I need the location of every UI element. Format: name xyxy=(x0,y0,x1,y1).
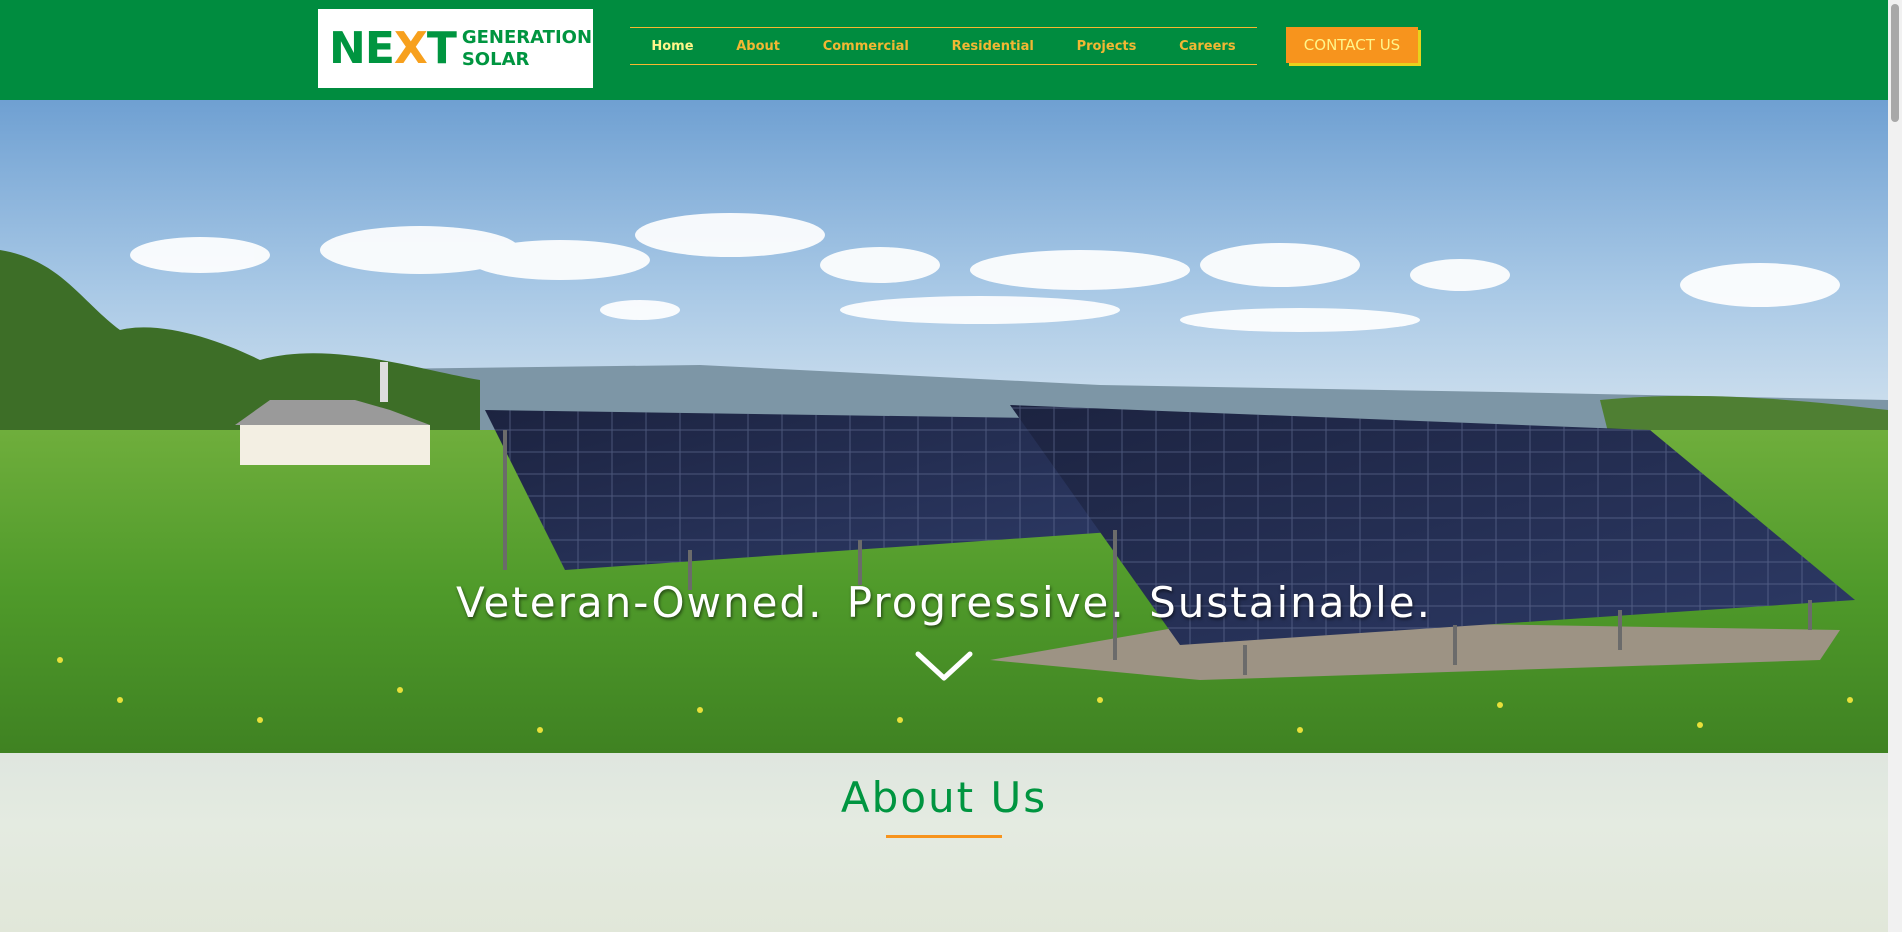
hero-tagline: Veteran-Owned. Progressive. Sustainable. xyxy=(455,578,1432,627)
page-scrollbar[interactable] xyxy=(1888,0,1902,932)
scrollbar-thumb[interactable] xyxy=(1891,4,1899,122)
nav-commercial[interactable]: Commercial xyxy=(823,39,909,54)
chevron-down-icon[interactable] xyxy=(914,648,974,684)
nav-careers[interactable]: Careers xyxy=(1179,39,1236,54)
logo-line-generation: GENERATION xyxy=(461,26,593,48)
nav-projects[interactable]: Projects xyxy=(1077,39,1137,54)
logo-line-solar: SOLAR xyxy=(461,48,530,70)
site-logo[interactable]: NEXT GENERATION SOLAR xyxy=(318,9,593,88)
logo-tagline: GENERATION SOLAR xyxy=(462,27,592,71)
main-nav: Home About Commercial Residential Projec… xyxy=(630,27,1257,65)
logo-word: NEXT xyxy=(329,22,457,74)
about-section: About Us xyxy=(0,753,1888,932)
nav-about[interactable]: About xyxy=(736,39,780,54)
nav-home[interactable]: Home xyxy=(651,39,693,54)
contact-us-button[interactable]: CONTACT US xyxy=(1286,27,1418,63)
nav-residential[interactable]: Residential xyxy=(952,39,1034,54)
site-header: NEXT GENERATION SOLAR Home About Commerc… xyxy=(0,0,1888,100)
about-title: About Us xyxy=(840,773,1048,822)
about-underline xyxy=(886,835,1002,838)
hero-section: Veteran-Owned. Progressive. Sustainable. xyxy=(0,100,1888,753)
